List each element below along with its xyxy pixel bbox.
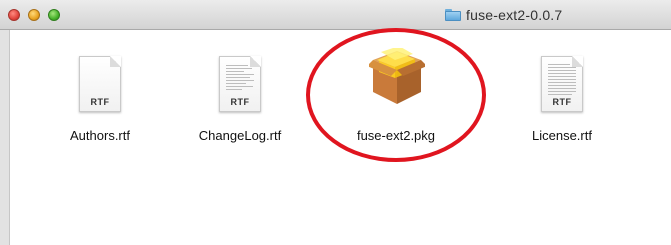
window-title: fuse-ext2-0.0.7 bbox=[466, 7, 563, 23]
file-type-badge: RTF bbox=[230, 97, 250, 107]
file-type-badge: RTF bbox=[90, 97, 110, 107]
rtf-document-icon: RTF bbox=[79, 56, 121, 112]
window-title-group: fuse-ext2-0.0.7 bbox=[445, 5, 562, 25]
rtf-document-icon: RTF bbox=[219, 56, 261, 112]
rtf-document-icon: RTF bbox=[541, 56, 583, 112]
sidebar-edge bbox=[0, 30, 10, 245]
file-name: ChangeLog.rtf bbox=[198, 128, 282, 143]
folder-icon bbox=[445, 9, 461, 21]
close-button[interactable] bbox=[8, 9, 20, 21]
highlight-circle bbox=[306, 28, 486, 162]
finder-window: fuse-ext2-0.0.7 RTF Authors.rtf RTF Chan… bbox=[0, 0, 671, 245]
file-name: License.rtf bbox=[532, 128, 592, 143]
zoom-button[interactable] bbox=[48, 9, 60, 21]
minimize-button[interactable] bbox=[28, 9, 40, 21]
file-name: Authors.rtf bbox=[70, 128, 130, 143]
title-bar[interactable]: fuse-ext2-0.0.7 bbox=[0, 0, 671, 30]
file-type-badge: RTF bbox=[552, 97, 572, 107]
